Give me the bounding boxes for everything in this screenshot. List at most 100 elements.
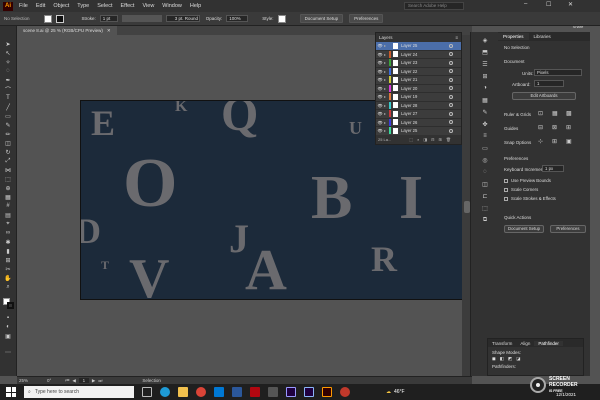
file-explorer-icon[interactable] (178, 387, 188, 397)
pencil-icon[interactable]: ✏ (3, 130, 13, 138)
type-tool-icon[interactable]: T (3, 94, 13, 102)
mail-icon[interactable] (232, 387, 242, 397)
color-mode-icon[interactable]: ▪ (3, 314, 13, 322)
minimize-icon[interactable]: – (524, 1, 527, 7)
fill-stroke-indicator[interactable] (3, 298, 14, 309)
maximize-icon[interactable]: ☐ (546, 1, 551, 8)
menu-window[interactable]: Window (162, 3, 182, 9)
layer-row[interactable]: 👁 ▸ Layer 27 (376, 110, 461, 119)
next-artboard-icon[interactable]: ▶ (92, 378, 95, 384)
layer-name[interactable]: Layer 25 (401, 128, 449, 133)
lock-guides-icon[interactable]: ⊠ (552, 124, 557, 131)
artboards-dock-icon[interactable]: ⊞ (480, 72, 490, 80)
use-preview-bounds-checkbox[interactable]: Use Preview Bounds (504, 178, 551, 183)
tab-align[interactable]: Align (516, 341, 534, 346)
visibility-eye-icon[interactable]: 👁 (376, 128, 384, 133)
transform-dock-icon[interactable]: ⬚ (480, 204, 490, 212)
close-icon[interactable]: ✕ (568, 1, 573, 8)
draw-mode-icon[interactable]: ◐ (3, 323, 13, 331)
appearance-dock-icon[interactable]: ◌ (480, 168, 490, 176)
menu-effect[interactable]: Effect (121, 3, 135, 9)
minus-front-icon[interactable]: ◧ (500, 356, 504, 362)
scale-strokes-checkbox[interactable]: Scale Strokes & Effects (504, 196, 556, 201)
scale-tool-icon[interactable]: ⤢ (3, 157, 13, 165)
layer-name[interactable]: Layer 19 (401, 94, 449, 99)
media-encoder-icon[interactable] (304, 387, 314, 397)
graphic-styles-dock-icon[interactable]: ◫ (480, 180, 490, 188)
layer-row[interactable]: 👁 ▸ Layer 20 (376, 84, 461, 93)
document-setup-button[interactable]: Document Setup (299, 14, 344, 23)
windows-start-icon[interactable] (6, 387, 16, 397)
snap-to-point-icon[interactable]: ⊹ (538, 138, 543, 145)
rotate-tool-icon[interactable]: ↻ (3, 148, 13, 156)
transparency-dock-icon[interactable]: ◎ (480, 156, 490, 164)
netflix-icon[interactable] (250, 387, 260, 397)
smart-guides-icon[interactable]: ⊞ (566, 124, 571, 131)
tab-libraries[interactable]: Libraries (529, 33, 556, 40)
fill-swatch[interactable] (43, 14, 52, 23)
layers-tab[interactable]: Layers (379, 35, 393, 40)
artboard-dropdown[interactable]: 1 (534, 80, 564, 87)
pixel-grid-icon[interactable]: ▩ (566, 110, 572, 117)
hand-tool-icon[interactable]: ✋ (3, 274, 13, 282)
layer-name[interactable]: Layer 28 (401, 103, 449, 108)
layer-row[interactable]: 👁 ▸ Layer 28 (376, 101, 461, 110)
curvature-tool-icon[interactable]: ⌒ (3, 85, 13, 94)
edit-toolbar-icon[interactable]: ⋯ (3, 348, 13, 356)
free-transform-icon[interactable]: ⬚ (3, 175, 13, 183)
layer-name[interactable]: Layer 25 (401, 43, 449, 48)
gradient-tool-icon[interactable]: ▤ (3, 211, 13, 219)
help-search-input[interactable]: Search Adobe Help (404, 2, 464, 10)
menu-edit[interactable]: Edit (36, 3, 45, 9)
layer-row[interactable]: 👁 ▸ Layer 25 (376, 42, 461, 51)
document-tab[interactable]: scene 8.ai @ 25 % (RGB/CPU Preview) ✕ (17, 26, 117, 35)
close-tab-icon[interactable]: ✕ (107, 28, 111, 34)
opacity-field[interactable]: 100% (226, 15, 249, 22)
pen-tool-icon[interactable]: ✒ (3, 76, 13, 84)
rectangle-tool-icon[interactable]: ▭ (3, 112, 13, 120)
visibility-eye-icon[interactable]: 👁 (376, 111, 384, 116)
layer-target-icon[interactable] (449, 86, 453, 91)
layer-target-icon[interactable] (449, 77, 453, 82)
document-setup-quick-button[interactable]: Document Setup (504, 225, 544, 233)
layer-target-icon[interactable] (449, 103, 453, 108)
artboard-tool-icon[interactable]: ⊞ (3, 256, 13, 264)
new-layer-icon[interactable]: ⊞ (439, 137, 442, 142)
graphic-style-swatch[interactable] (277, 14, 286, 23)
stroke-weight-field[interactable]: 1 pt (99, 15, 118, 22)
after-effects-icon[interactable] (286, 387, 296, 397)
last-artboard-icon[interactable]: ⏭ (98, 378, 102, 383)
visibility-eye-icon[interactable]: 👁 (376, 52, 384, 57)
asset-export-icon[interactable]: ⬒ (480, 48, 490, 56)
visibility-eye-icon[interactable]: 👁 (376, 43, 384, 48)
menu-help[interactable]: Help (190, 3, 201, 9)
visibility-eye-icon[interactable]: 👁 (376, 94, 384, 99)
checkbox-box[interactable] (504, 187, 508, 192)
blend-tool-icon[interactable]: ∞ (3, 229, 13, 237)
align-dock-icon[interactable]: ⊏ (480, 192, 490, 200)
menu-select[interactable]: Select (97, 3, 112, 9)
color-dock-icon[interactable]: ◑ (480, 84, 490, 92)
symbols-dock-icon[interactable]: ✤ (480, 120, 490, 128)
clipping-mask-icon[interactable]: ◨ (423, 137, 427, 142)
layer-name[interactable]: Layer 21 (401, 77, 449, 82)
layer-name[interactable]: Layer 22 (401, 69, 449, 74)
layers-dock-icon[interactable]: ◈ (480, 36, 490, 44)
preferences-quick-button[interactable]: Preferences (550, 225, 586, 233)
pathfinder-dock-icon[interactable]: ⧉ (480, 216, 490, 224)
exclude-icon[interactable]: ◪ (516, 356, 520, 362)
unite-icon[interactable]: ◼ (492, 356, 496, 362)
eraser-icon[interactable]: ◫ (3, 139, 13, 147)
locate-object-icon[interactable]: ⌕ (417, 137, 419, 142)
first-artboard-icon[interactable]: ⏮ (65, 378, 69, 383)
show-guides-icon[interactable]: ⊟ (538, 124, 543, 131)
prev-artboard-icon[interactable]: ◀ (72, 378, 75, 384)
preferences-button[interactable]: Preferences (349, 14, 384, 23)
delete-layer-icon[interactable]: 🗑 (446, 137, 451, 142)
artboard-number[interactable]: 1 (78, 378, 89, 383)
layer-target-icon[interactable] (449, 94, 453, 99)
screen-mode-icon[interactable]: ▣ (3, 332, 13, 340)
direct-selection-tool-icon[interactable]: ↖ (3, 49, 13, 57)
layer-name[interactable]: Layer 23 (401, 60, 449, 65)
keyboard-increment-field[interactable]: 1 px (542, 165, 564, 172)
